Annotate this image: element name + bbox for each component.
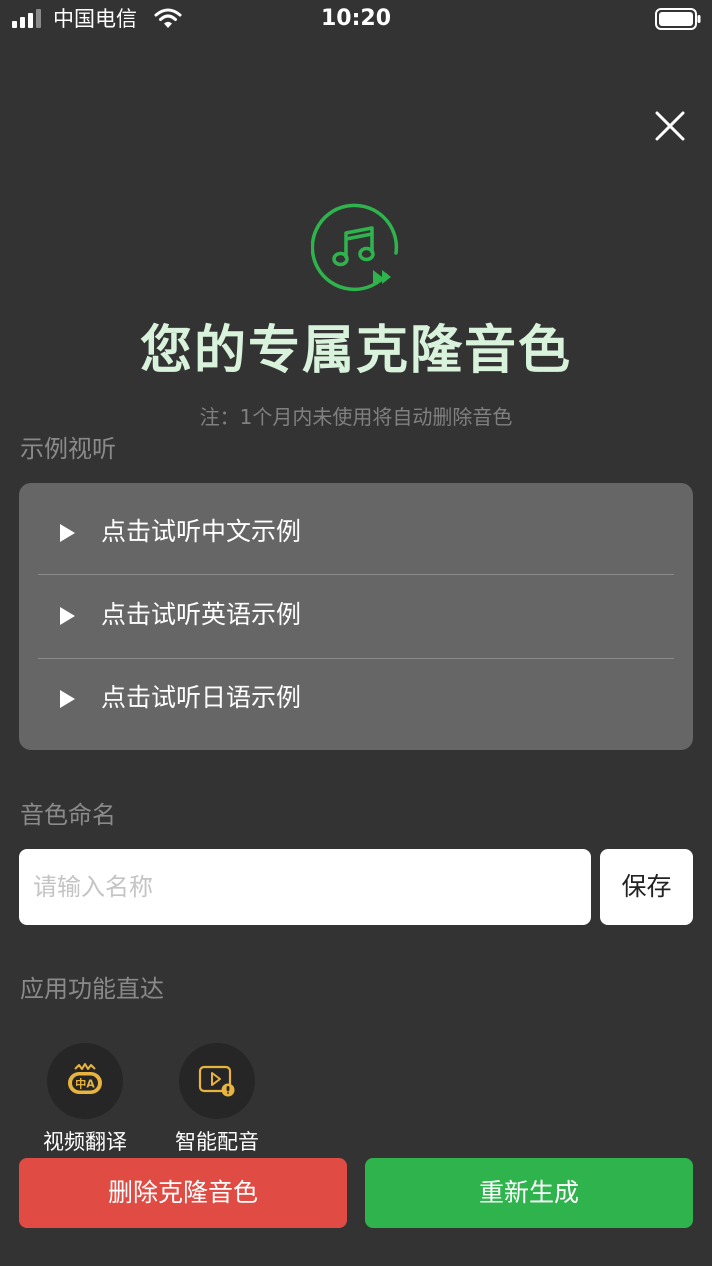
- shortcut-label: 视频翻译: [43, 1130, 127, 1154]
- shortcut-icon-container: 中A: [47, 1043, 123, 1119]
- play-icon: [60, 690, 75, 708]
- shortcut-label: 智能配音: [175, 1130, 259, 1154]
- shortcut-video-translate[interactable]: 中A 视频翻译: [30, 1043, 140, 1158]
- play-icon: [60, 607, 75, 625]
- svg-text:中A: 中A: [75, 1077, 95, 1091]
- shortcuts-section-label: 应用功能直达: [20, 975, 164, 1003]
- auto-delete-note: 注：1个月内未使用将自动删除音色: [199, 405, 513, 429]
- voice-name-input[interactable]: [19, 849, 591, 925]
- page-title: 您的专属克隆音色: [139, 321, 572, 381]
- sample-item-chinese[interactable]: 点击试听中文示例: [19, 491, 693, 574]
- naming-section-label: 音色命名: [20, 801, 116, 829]
- sample-list: 点击试听中文示例 点击试听英语示例 点击试听日语示例: [19, 483, 693, 750]
- samples-section-label: 示例视听: [20, 435, 116, 463]
- voice-clone-page: 中国电信 10:20 您的专属克隆音色 注：1个月内未使用将自动删除音色 示例视…: [0, 0, 712, 1266]
- smart-dubbing-icon: [198, 1065, 235, 1097]
- sample-item-label: 点击试听英语示例: [101, 600, 302, 629]
- shortcut-smart-dubbing[interactable]: 智能配音: [162, 1043, 272, 1158]
- shortcut-icon-container: [179, 1043, 255, 1119]
- video-translate-icon: 中A: [68, 1063, 102, 1094]
- music-note-icon: [311, 203, 399, 292]
- status-time: 10:20: [320, 6, 392, 31]
- status-bar: 中国电信 10:20: [0, 0, 712, 40]
- play-icon: [60, 524, 75, 542]
- battery-icon: [655, 8, 701, 30]
- sample-item-japanese[interactable]: 点击试听日语示例: [19, 657, 693, 740]
- regenerate-button[interactable]: 重新生成: [365, 1158, 693, 1228]
- save-button[interactable]: 保存: [600, 849, 693, 925]
- sample-item-english[interactable]: 点击试听英语示例: [19, 574, 693, 657]
- close-icon[interactable]: [648, 104, 692, 148]
- sample-item-label: 点击试听日语示例: [101, 683, 302, 712]
- delete-clone-button[interactable]: 删除克隆音色: [19, 1158, 347, 1228]
- sample-item-label: 点击试听中文示例: [101, 517, 302, 546]
